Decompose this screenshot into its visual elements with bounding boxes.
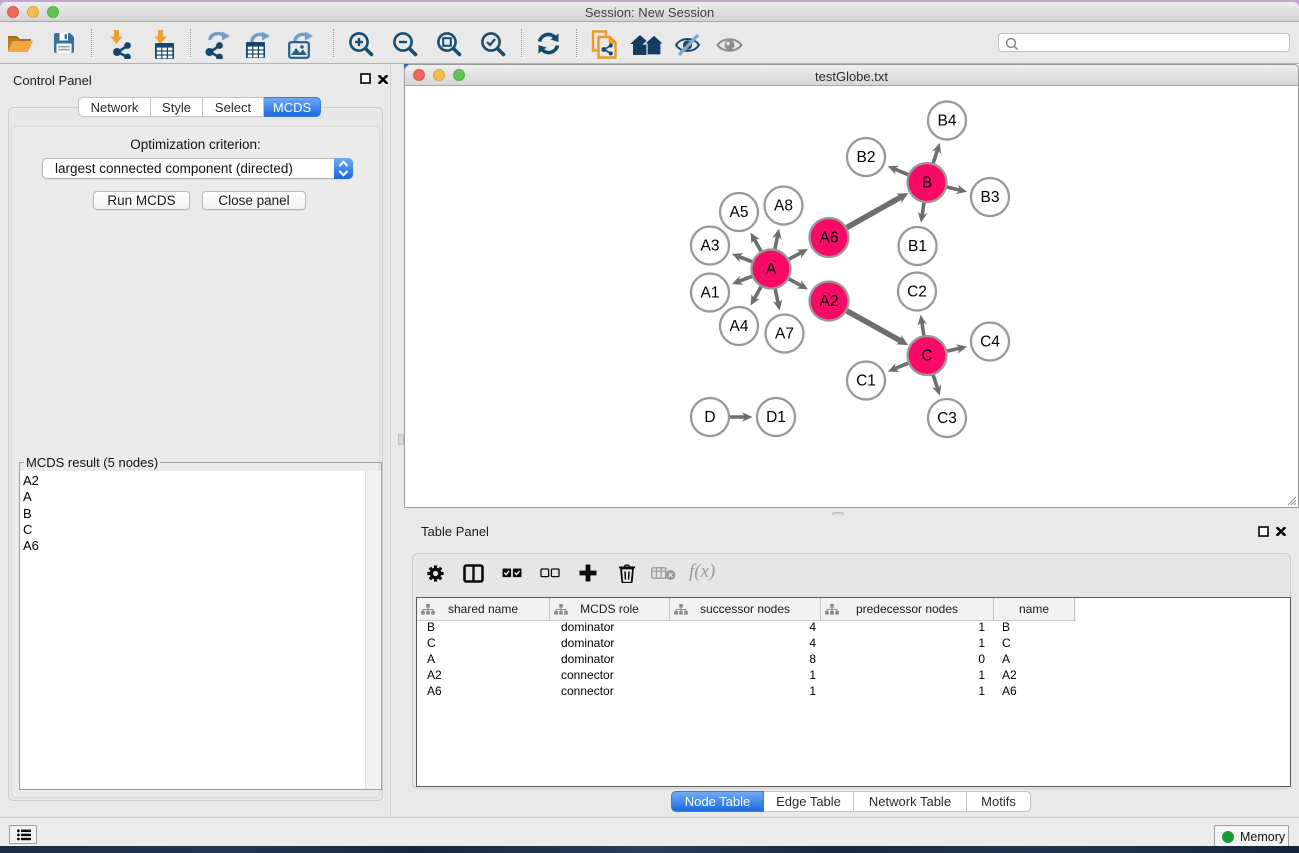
svg-text:B4: B4 bbox=[938, 113, 957, 130]
svg-text:A2: A2 bbox=[820, 293, 839, 310]
svg-text:A6: A6 bbox=[820, 230, 839, 247]
svg-text:C1: C1 bbox=[856, 373, 876, 390]
svg-text:A5: A5 bbox=[730, 204, 749, 221]
svg-text:A: A bbox=[766, 261, 777, 278]
svg-text:B3: B3 bbox=[981, 189, 1000, 206]
svg-text:A7: A7 bbox=[775, 326, 794, 343]
svg-text:C3: C3 bbox=[937, 410, 957, 427]
svg-text:A8: A8 bbox=[774, 198, 793, 215]
svg-text:A4: A4 bbox=[730, 318, 749, 335]
svg-text:B1: B1 bbox=[908, 238, 927, 255]
svg-text:B: B bbox=[922, 175, 932, 192]
svg-text:A1: A1 bbox=[701, 285, 720, 302]
svg-text:C4: C4 bbox=[980, 334, 1000, 351]
svg-text:C2: C2 bbox=[907, 284, 927, 301]
svg-text:C: C bbox=[921, 348, 932, 365]
svg-text:D: D bbox=[704, 409, 715, 426]
svg-text:D1: D1 bbox=[766, 409, 786, 426]
svg-text:B2: B2 bbox=[857, 149, 876, 166]
svg-text:A3: A3 bbox=[701, 238, 720, 255]
